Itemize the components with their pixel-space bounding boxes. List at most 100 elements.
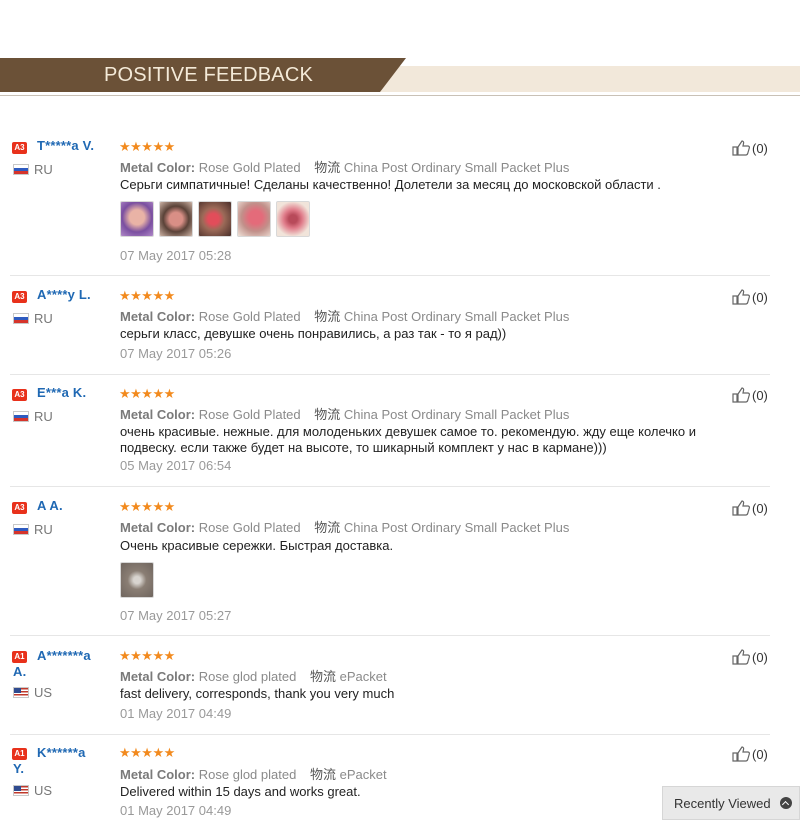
shipping-value: China Post Ordinary Small Packet Plus — [343, 160, 570, 175]
buyer-name-continued: A. — [13, 664, 27, 679]
helpful-count: (0) — [752, 746, 768, 762]
recently-viewed-button[interactable]: Recently Viewed — [662, 786, 800, 820]
buyer-name: A****y L. — [37, 287, 91, 302]
color-label: Metal Color: — [120, 309, 196, 324]
flag-ru-icon — [13, 411, 29, 422]
rating-stars: ★★★★★ — [119, 499, 175, 514]
color-value: Rose Gold Plated — [198, 520, 301, 535]
helpful-button[interactable]: (0) — [732, 649, 768, 665]
feedback-text: fast delivery, corresponds, thank you ve… — [120, 686, 395, 701]
helpful-count: (0) — [752, 289, 768, 305]
order-info: Metal Color: Rose glod plated 物流 ePacket — [120, 764, 387, 783]
feedback-text: Очень красивые сережки. Быстрая доставка… — [120, 538, 394, 553]
helpful-count: (0) — [752, 140, 768, 156]
thumbs-up-icon — [732, 289, 750, 305]
thumbs-up-icon — [732, 140, 750, 156]
shipping-label: 物流 — [314, 160, 341, 175]
level-badge: A3 — [12, 291, 27, 303]
helpful-button[interactable]: (0) — [732, 500, 768, 516]
shipping-label: 物流 — [309, 669, 336, 684]
feedback-item: A1 A*******a A. US ★★★★★ Metal Color: Ro… — [0, 642, 800, 735]
color-label: Metal Color: — [120, 407, 196, 422]
order-info: Metal Color: Rose glod plated 物流 ePacket — [120, 666, 387, 685]
flag-ru-icon — [13, 524, 29, 535]
buyer-country: US — [34, 783, 53, 798]
shipping-label: 物流 — [314, 309, 341, 324]
buyer-country: RU — [34, 522, 53, 537]
color-value: Rose Gold Plated — [198, 160, 301, 175]
shipping-label: 物流 — [309, 767, 336, 782]
flag-us-icon — [13, 687, 29, 698]
item-divider — [10, 734, 770, 735]
chevron-up-icon — [779, 797, 792, 809]
helpful-button[interactable]: (0) — [732, 746, 768, 762]
flag-us-icon — [13, 785, 29, 796]
feedback-item: A3 A****y L. RU ★★★★★ Metal Color: Rose … — [0, 281, 800, 375]
thumbs-up-icon — [732, 746, 750, 762]
feedback-date: 01 May 2017 04:49 — [120, 706, 232, 721]
buyer-name: A*******a — [37, 648, 91, 663]
thumbs-up-icon — [732, 387, 750, 403]
shipping-label: 物流 — [314, 520, 341, 535]
photo-thumbnail[interactable] — [159, 201, 193, 237]
shipping-value: ePacket — [339, 767, 387, 782]
level-badge: A1 — [12, 651, 27, 663]
buyer-country: RU — [34, 409, 53, 424]
photo-thumbnail[interactable] — [120, 562, 154, 598]
color-value: Rose glod plated — [198, 669, 297, 684]
color-label: Metal Color: — [120, 160, 196, 175]
color-label: Metal Color: — [120, 767, 196, 782]
helpful-count: (0) — [752, 387, 768, 403]
level-badge: A1 — [12, 748, 27, 760]
rating-stars: ★★★★★ — [119, 648, 175, 663]
feedback-date: 07 May 2017 05:28 — [120, 248, 232, 263]
level-badge: A3 — [12, 389, 27, 401]
buyer-name: E***a K. — [37, 385, 87, 400]
shipping-label: 物流 — [314, 407, 341, 422]
section-banner: POSITIVE FEEDBACK — [0, 58, 800, 96]
buyer-name: T*****a V. — [37, 138, 95, 153]
feedback-date: 01 May 2017 04:49 — [120, 803, 232, 818]
photo-list — [120, 201, 310, 237]
helpful-button[interactable]: (0) — [732, 140, 768, 156]
buyer-name-continued: Y. — [13, 761, 25, 776]
feedback-date: 07 May 2017 05:26 — [120, 346, 232, 361]
feedback-text: серьги класс, девушке очень понравились,… — [120, 326, 507, 341]
color-value: Rose Gold Plated — [198, 309, 301, 324]
rating-stars: ★★★★★ — [119, 139, 175, 154]
item-divider — [10, 635, 770, 636]
shipping-value: China Post Ordinary Small Packet Plus — [343, 520, 570, 535]
banner-divider — [0, 95, 800, 96]
photo-list — [120, 562, 154, 598]
shipping-value: China Post Ordinary Small Packet Plus — [343, 407, 570, 422]
helpful-button[interactable]: (0) — [732, 387, 768, 403]
flag-ru-icon — [13, 164, 29, 175]
color-value: Rose glod plated — [198, 767, 297, 782]
photo-thumbnail[interactable] — [237, 201, 271, 237]
helpful-count: (0) — [752, 500, 768, 516]
feedback-item: A3 E***a K. RU ★★★★★ Metal Color: Rose G… — [0, 379, 800, 487]
color-label: Metal Color: — [120, 669, 196, 684]
shipping-value: ePacket — [339, 669, 387, 684]
buyer-country: US — [34, 685, 53, 700]
color-label: Metal Color: — [120, 520, 196, 535]
feedback-text: Delivered within 15 days and works great… — [120, 784, 361, 799]
order-info: Metal Color: Rose Gold Plated 物流 China P… — [120, 306, 569, 325]
buyer-name: A A. — [37, 498, 63, 513]
helpful-button[interactable]: (0) — [732, 289, 768, 305]
feedback-date: 05 May 2017 06:54 — [120, 458, 232, 473]
feedback-text: очень красивые. нежные. для молоденьких … — [120, 424, 696, 455]
thumbs-up-icon — [732, 649, 750, 665]
photo-thumbnail[interactable] — [198, 201, 232, 237]
rating-stars: ★★★★★ — [119, 745, 175, 760]
shipping-value: China Post Ordinary Small Packet Plus — [343, 309, 570, 324]
order-info: Metal Color: Rose Gold Plated 物流 China P… — [120, 404, 569, 423]
photo-thumbnail[interactable] — [120, 201, 154, 237]
feedback-item: A3 T*****a V. RU ★★★★★ Metal Color: Rose… — [0, 132, 800, 276]
feedback-text: Серьги симпатичные! Сделаны качественно!… — [120, 177, 661, 192]
section-title: POSITIVE FEEDBACK — [104, 64, 314, 86]
helpful-count: (0) — [752, 649, 768, 665]
photo-thumbnail[interactable] — [276, 201, 310, 237]
buyer-country: RU — [34, 311, 53, 326]
item-divider — [10, 486, 770, 487]
